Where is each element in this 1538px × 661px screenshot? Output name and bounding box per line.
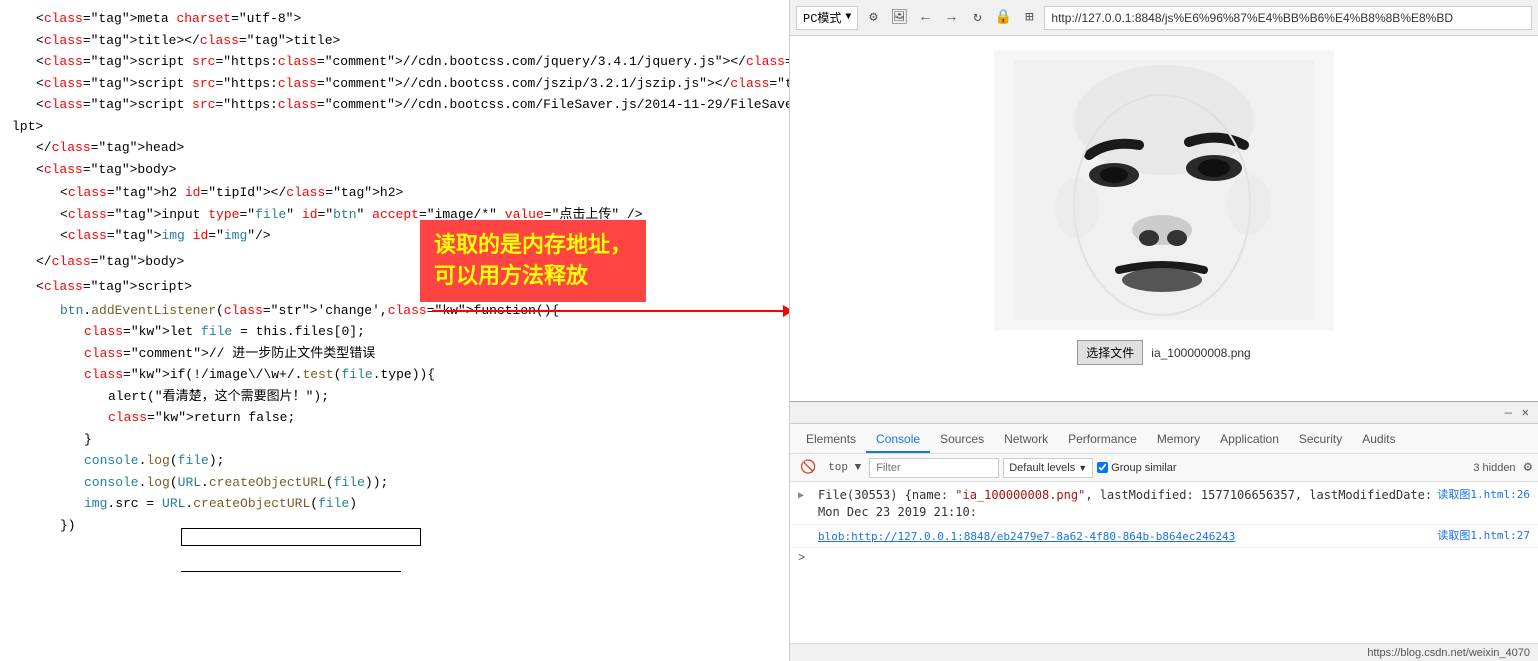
highlight-createobjecturl: [181, 528, 421, 546]
screenshot-icon[interactable]: 🖼: [888, 7, 910, 29]
browser-panel: PC模式 ▼ ⚙ 🖼 ← → ↻ 🔒 ⊞: [790, 0, 1538, 661]
browser-toolbar: PC模式 ▼ ⚙ 🖼 ← → ↻ 🔒 ⊞: [790, 0, 1538, 36]
back-icon[interactable]: ←: [914, 7, 936, 29]
mode-label: PC模式: [803, 9, 841, 26]
mode-dropdown-icon: ▼: [845, 12, 851, 23]
tab-application[interactable]: Application: [1210, 427, 1289, 453]
top-context-icon[interactable]: top ▼: [824, 460, 865, 476]
code-line: <class="tag">h2 id="tipId"></class="tag"…: [0, 182, 789, 204]
tab-security[interactable]: Security: [1289, 427, 1352, 453]
clear-console-icon[interactable]: 🚫: [796, 458, 820, 477]
code-line: <class="tag">body>: [0, 159, 789, 181]
default-levels-dropdown-icon: ▼: [1078, 463, 1087, 473]
code-line: img.src = URL.createObjectURL(file): [0, 493, 789, 515]
console-prompt: >: [798, 551, 805, 565]
devtools-titlebar: — ✕: [790, 402, 1538, 424]
console-source-1[interactable]: 读取图1.html:26: [1437, 487, 1530, 502]
mode-select[interactable]: PC模式 ▼: [796, 6, 858, 30]
grid-icon[interactable]: ⊞: [1018, 7, 1040, 29]
console-file-text: File(30553) {name: "ia_100000008.png", l…: [818, 487, 1437, 521]
browser-content: 选择文件 ia_100000008.png: [790, 36, 1538, 401]
code-line: </class="tag">head>: [0, 137, 789, 159]
status-bar: https://blog.csdn.net/weixin_4070: [790, 643, 1538, 661]
filter-input[interactable]: [869, 458, 999, 478]
group-similar-text: Group similar: [1111, 462, 1176, 474]
inspect-icon[interactable]: ⚙: [862, 7, 884, 29]
lock-icon: 🔒: [992, 7, 1014, 29]
default-levels-label: Default levels: [1009, 462, 1075, 474]
status-url: https://blog.csdn.net/weixin_4070: [1367, 647, 1530, 659]
url-bar[interactable]: [1044, 6, 1532, 30]
default-levels-dropdown[interactable]: Default levels ▼: [1003, 458, 1093, 478]
tab-elements[interactable]: Elements: [796, 427, 866, 453]
file-name-label: ia_100000008.png: [1151, 346, 1250, 360]
code-line: class="kw">if(!/image\/\w+/.test(file.ty…: [0, 364, 789, 386]
code-line: <class="tag">script src="https:class="co…: [0, 73, 789, 95]
group-similar-checkbox[interactable]: [1097, 462, 1108, 473]
code-line: <class="tag">meta charset="utf-8">: [0, 8, 789, 30]
code-line: alert("看清楚，这个需要图片！");: [0, 386, 789, 408]
code-line: }: [0, 429, 789, 451]
console-source-2[interactable]: 读取图1.html:27: [1437, 528, 1530, 543]
file-input-row: 选择文件 ia_100000008.png: [1077, 340, 1250, 365]
code-line: <class="tag">img id="img"/>: [0, 225, 789, 247]
reload-icon[interactable]: ↻: [966, 7, 988, 29]
devtools-minimize-icon[interactable]: —: [1502, 406, 1515, 420]
console-line-file: ▶ File(30553) {name: "ia_100000008.png",…: [790, 484, 1538, 525]
tab-sources[interactable]: Sources: [930, 427, 994, 453]
tab-network[interactable]: Network: [994, 427, 1058, 453]
devtools-panel: — ✕ Elements Console Sources Network Per…: [790, 401, 1538, 661]
blob-url-link[interactable]: blob:http://127.0.0.1:8848/eb2479e7-8a62…: [818, 530, 1235, 543]
devtools-tabs: Elements Console Sources Network Perform…: [790, 424, 1538, 454]
code-editor: <class="tag">meta charset="utf-8"><class…: [0, 0, 790, 661]
forward-icon[interactable]: →: [940, 7, 962, 29]
choose-file-button[interactable]: 选择文件: [1077, 340, 1143, 365]
code-line: console.log(file);: [0, 450, 789, 472]
annotation-box: 读取的是内存地址， 可以用方法释放: [420, 220, 646, 302]
hidden-count-badge: 3 hidden: [1473, 462, 1515, 474]
devtools-content: ▶ File(30553) {name: "ia_100000008.png",…: [790, 482, 1538, 643]
code-line: <class="tag">title></class="tag">title>: [0, 30, 789, 52]
tab-memory[interactable]: Memory: [1147, 427, 1210, 453]
console-line-blob: blob:http://127.0.0.1:8848/eb2479e7-8a62…: [790, 525, 1538, 549]
code-line: </class="tag">body>: [0, 251, 789, 273]
code-line: console.log(URL.createObjectURL(file));: [0, 472, 789, 494]
annotation-arrow: [432, 310, 790, 312]
console-prompt-line: >: [790, 548, 1538, 568]
devtools-toolbar: 🚫 top ▼ Default levels ▼ Group similar 3…: [790, 454, 1538, 482]
code-line: <class="tag">script>: [0, 276, 789, 298]
code-line: <class="tag">script src="https:class="co…: [0, 94, 789, 116]
tab-console[interactable]: Console: [866, 427, 930, 453]
code-line: <class="tag">input type="file" id="btn" …: [0, 204, 789, 226]
expand-icon[interactable]: ▶: [798, 489, 812, 503]
console-blob-text: blob:http://127.0.0.1:8848/eb2479e7-8a62…: [818, 528, 1437, 545]
face-image: [994, 50, 1334, 330]
code-line: <class="tag">script src="https:class="co…: [0, 51, 789, 73]
underline-imgsrc: [181, 554, 401, 572]
group-similar-label[interactable]: Group similar: [1097, 462, 1176, 474]
code-line: class="kw">let file = this.files[0];: [0, 321, 789, 343]
devtools-close-icon[interactable]: ✕: [1519, 405, 1532, 420]
tab-performance[interactable]: Performance: [1058, 427, 1147, 453]
code-line: lpt>: [0, 116, 789, 138]
devtools-settings-icon[interactable]: ⚙: [1524, 459, 1532, 476]
code-line: class="comment">// 进一步防止文件类型错误: [0, 343, 789, 365]
tab-audits[interactable]: Audits: [1352, 427, 1405, 453]
code-line: class="kw">return false;: [0, 407, 789, 429]
